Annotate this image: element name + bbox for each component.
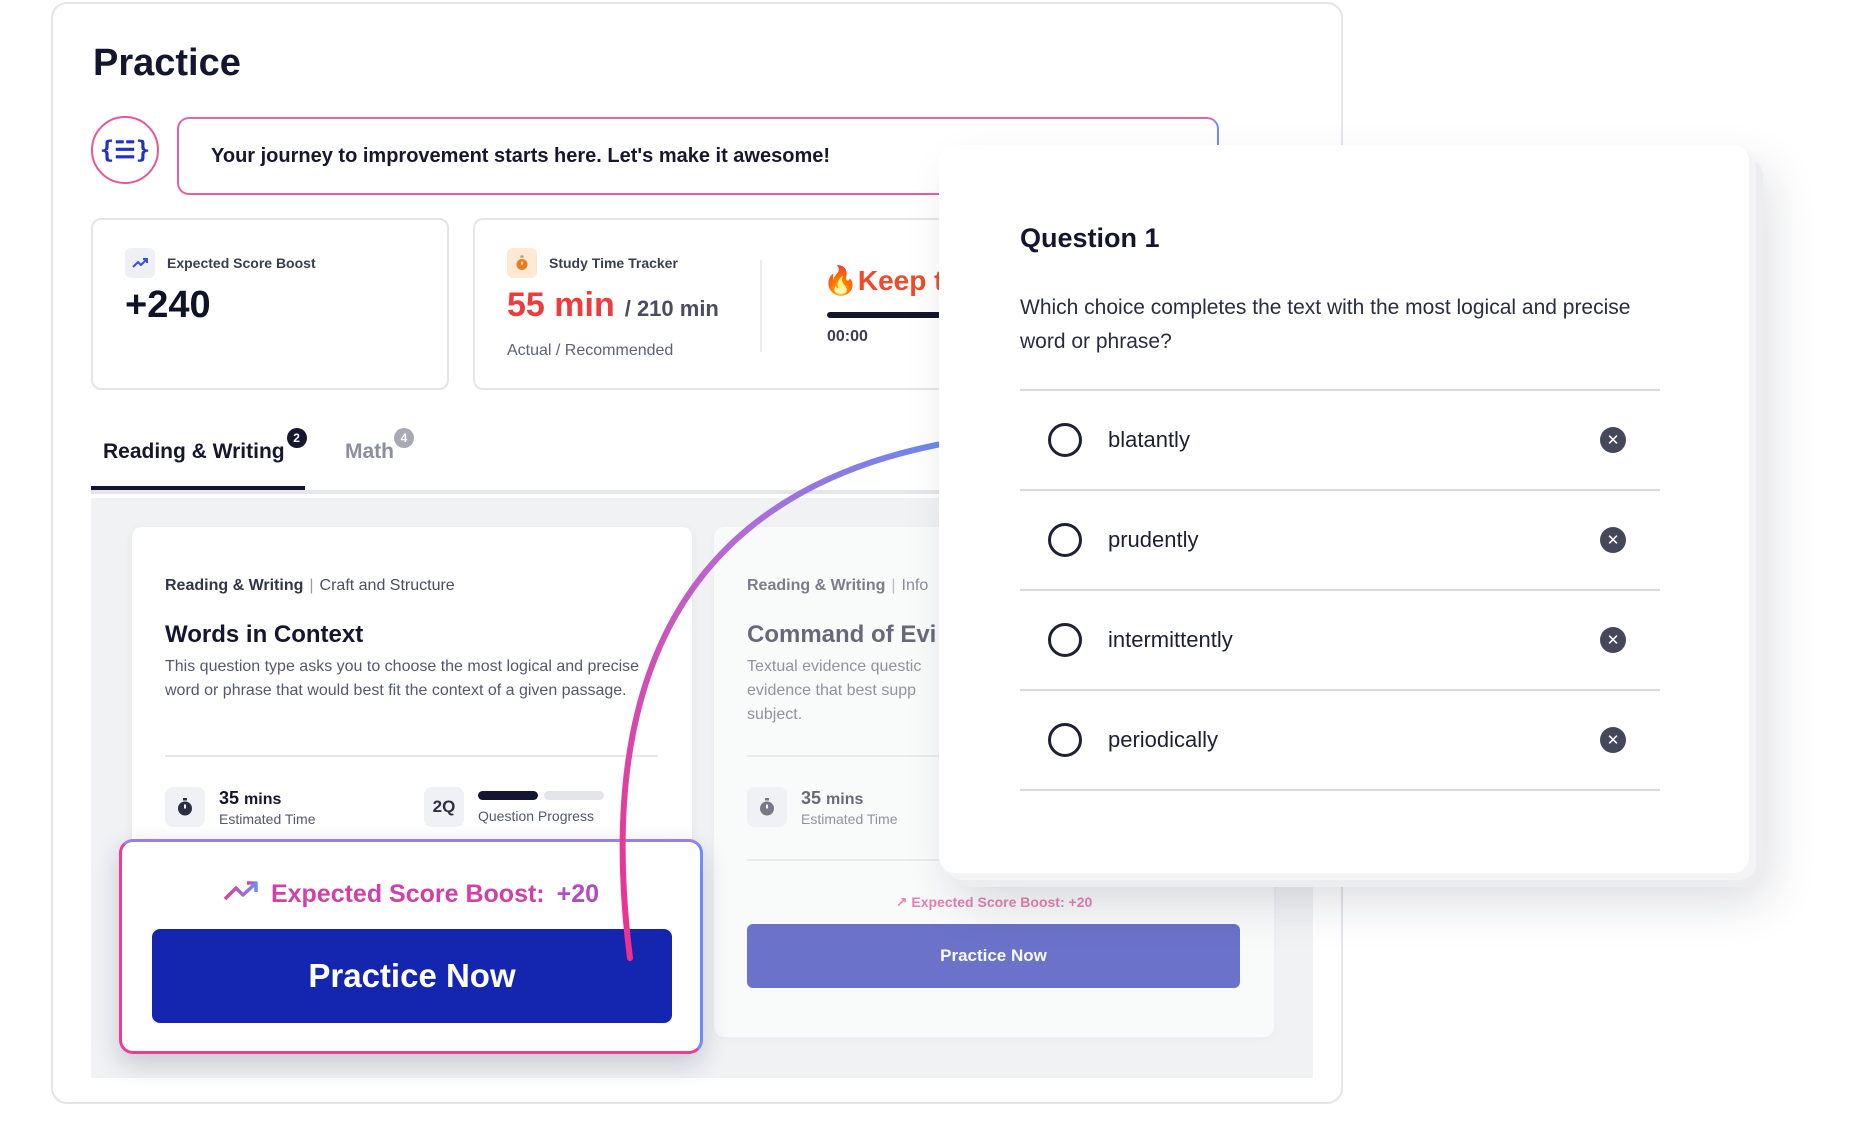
divider (760, 260, 762, 352)
question-prompt: Which choice completes the text with the… (1020, 296, 1631, 353)
eliminate-option-icon[interactable]: ✕ (1600, 627, 1626, 653)
progress-segment (544, 790, 604, 800)
time-unit: mins (826, 790, 864, 808)
boost-label: Expected Score Boost: (911, 894, 1065, 910)
card-description: This question type asks you to choose th… (165, 658, 640, 699)
score-boost-header: Expected Score Boost (125, 248, 316, 278)
practice-now-button[interactable]: Practice Now (152, 929, 672, 1023)
page-title: Practice (93, 42, 241, 84)
question-title: Question 1 (1020, 223, 1160, 253)
estimated-time: 35 mins Estimated Time (747, 787, 897, 827)
answer-option[interactable]: blatantly ✕ (1020, 391, 1660, 491)
actual-time: 55 min (507, 286, 615, 324)
card-description: Textual evidence questic evidence that b… (747, 658, 922, 723)
mascot-avatar-icon: {☱} (91, 116, 159, 184)
estimated-time: 35 mins Estimated Time (165, 787, 315, 827)
radio-button[interactable] (1048, 623, 1082, 657)
option-text: intermittently (1108, 627, 1233, 652)
card-subcategory: Craft and Structure (319, 577, 455, 594)
active-tab-indicator (91, 486, 305, 490)
card-divider (165, 755, 658, 757)
stopwatch-icon (165, 787, 205, 827)
time-label: Estimated Time (801, 810, 898, 827)
card-breadcrumb: Reading & Writing | Craft and Structure (165, 577, 455, 594)
recommended-time: / 210 min (624, 296, 719, 321)
time-label: Estimated Time (219, 810, 316, 827)
stopwatch-icon (747, 787, 787, 827)
stopwatch-icon (507, 248, 537, 278)
card-category: Reading & Writing (165, 577, 304, 594)
score-boost-value: +240 (125, 284, 211, 326)
answer-option[interactable]: intermittently ✕ (1020, 591, 1660, 691)
study-time-header: Study Time Tracker (507, 248, 678, 278)
study-time-values: 55 min / 210 min (507, 286, 719, 325)
question-progress: 2Q Question Progress (424, 787, 604, 827)
timer-elapsed: 00:00 (827, 328, 868, 345)
eliminate-option-icon[interactable]: ✕ (1600, 427, 1626, 453)
progress-bar (478, 790, 604, 800)
trend-up-icon (125, 248, 155, 278)
tab-math[interactable]: Math 4 (345, 428, 414, 480)
eliminate-option-icon[interactable]: ✕ (1600, 527, 1626, 553)
time-value: 35 (219, 787, 240, 808)
tab-reading-writing[interactable]: Reading & Writing 2 (103, 428, 307, 480)
practice-now-button[interactable]: Practice Now (747, 924, 1240, 988)
card-title: Words in Context (165, 621, 364, 648)
radio-button[interactable] (1048, 723, 1082, 757)
progress-segment (478, 790, 538, 800)
card-title: Command of Evi (747, 621, 937, 648)
radio-button[interactable] (1048, 523, 1082, 557)
time-unit: mins (244, 790, 282, 808)
tab-label: Math (345, 440, 394, 463)
score-boost-card: Expected Score Boost +240 (91, 218, 449, 390)
answer-options: blatantly ✕ prudently ✕ intermittently ✕… (1020, 389, 1660, 791)
card-breadcrumb: Reading & Writing | Info (747, 577, 929, 594)
question-count: 2Q (424, 787, 464, 827)
banner-message: Your journey to improvement starts here.… (211, 144, 831, 167)
question-modal: Question 1 Which choice completes the te… (939, 145, 1749, 873)
streak-label: 🔥Keep t (823, 265, 944, 296)
score-boost-label: Expected Score Boost (167, 255, 316, 271)
answer-option[interactable]: prudently ✕ (1020, 491, 1660, 591)
progress-label: Question Progress (478, 807, 594, 824)
option-text: blatantly (1108, 427, 1190, 452)
time-value: 35 (801, 787, 822, 808)
trend-up-icon (223, 880, 259, 909)
option-text: periodically (1108, 727, 1219, 752)
tab-count-badge: 2 (286, 428, 307, 448)
tab-label: Reading & Writing (103, 440, 285, 463)
time-caption: Actual / Recommended (507, 342, 674, 359)
study-time-label: Study Time Tracker (549, 255, 678, 271)
card-category: Reading & Writing (747, 577, 886, 594)
trend-up-icon: ↗ (895, 894, 908, 910)
score-boost-note: ↗ Expected Score Boost: +20 (714, 894, 1274, 911)
highlighted-cta: Expected Score Boost: +20 Practice Now (119, 839, 703, 1054)
eliminate-option-icon[interactable]: ✕ (1600, 727, 1626, 753)
score-boost-note: Expected Score Boost: +20 (122, 880, 700, 909)
boost-label: Expected Score Boost: (270, 880, 545, 908)
boost-value: +20 (1068, 894, 1093, 910)
tab-count-badge: 4 (394, 428, 414, 448)
answer-option[interactable]: periodically ✕ (1020, 691, 1660, 791)
option-text: prudently (1108, 527, 1199, 552)
radio-button[interactable] (1048, 423, 1082, 457)
boost-value: +20 (556, 880, 600, 908)
card-subcategory: Info (901, 577, 929, 594)
